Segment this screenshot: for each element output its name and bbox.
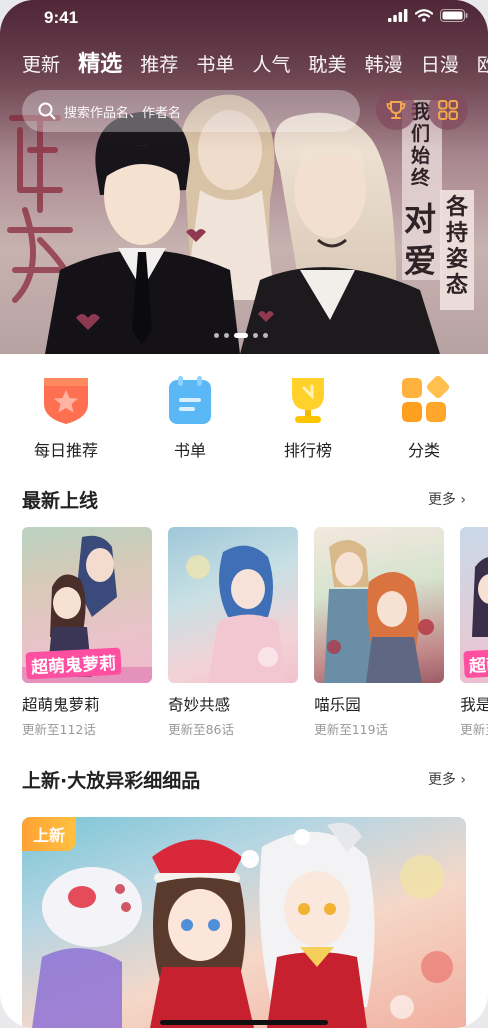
search-bar[interactable]: 搜索作品名、作者名 [22,90,360,132]
section-title: 上新·大放异彩细细品 [22,770,201,792]
new-badge: 上新 [22,817,77,851]
latest-comics-list: 超萌鬼萝莉 超萌鬼萝莉 更新至112话 奇妙共感 更新至86话 喵乐园 更新至1… [22,527,488,747]
svg-text:终: 终 [411,166,431,189]
tab-bl[interactable]: 耽美 [309,50,347,77]
featured-banner[interactable]: 上新 [22,817,466,1028]
grid-icon [438,100,458,120]
tab-featured[interactable]: 精选 [78,46,122,78]
app-screen: 我 们 始 终 对 爱 各 持 姿 态 9:41 [0,0,488,1028]
featured-section-header: 上新·大放异彩细细品 更多 › [22,766,466,792]
svg-text:姿: 姿 [446,246,468,272]
quick-label: 书单 [173,441,206,460]
more-link[interactable]: 更多 › [428,489,466,509]
search-placeholder: 搜索作品名、作者名 [64,105,182,121]
comic-card[interactable]: 超萌鬼萝莉 超萌鬼萝莉 更新至112话 [22,527,152,738]
quick-label: 分类 [407,441,440,460]
latest-section-header: 最新上线 更多 › [22,486,466,512]
comic-card[interactable]: 奇妙共感 更新至86话 [168,527,299,738]
quick-daily-recommend[interactable]: 每日推荐 [16,370,116,461]
tab-booklist[interactable]: 书单 [196,50,234,77]
carousel-dot[interactable] [214,333,219,338]
status-time: 9:41 [44,8,79,27]
svg-text:态: 态 [446,272,468,298]
section-title: 最新上线 [22,490,99,512]
tab-update[interactable]: 更新 [22,50,60,77]
tab-japanese[interactable]: 日漫 [421,50,459,77]
search-icon [38,102,56,120]
comic-title: 奇妙共感 [168,696,231,714]
featured-illustration [32,822,453,1028]
battery-icon [440,9,468,22]
status-icons [388,9,468,22]
carousel-dot[interactable] [224,333,229,338]
comic-cover [314,527,445,683]
quick-booklist[interactable]: 书单 [140,370,240,461]
svg-text:对: 对 [404,200,436,238]
comic-cover [168,527,299,683]
svg-text:持: 持 [446,220,468,246]
carousel-dot-active[interactable] [234,333,248,338]
tab-popular[interactable]: 人气 [252,50,290,77]
quick-menu: 每日推荐 书单 排行榜 分类 [0,370,488,460]
comic-cover: 超萌鬼萝莉 [22,527,152,683]
wifi-icon [415,9,433,22]
quick-category[interactable]: 分类 [374,370,474,461]
comic-title: 超萌鬼萝莉 [22,696,100,714]
trophy-icon [282,374,334,426]
carousel-indicator [214,333,268,338]
quick-ranking[interactable]: 排行榜 [258,370,358,461]
comic-cover: 超萌 [460,527,488,683]
cover-title-art: 超萌 [463,648,488,679]
category-icon [398,374,450,426]
tab-recommend[interactable]: 推荐 [140,50,178,77]
svg-text:爱: 爱 [404,242,436,280]
notebook-icon [164,374,216,426]
trophy-icon [386,101,406,119]
svg-text:各: 各 [445,194,469,220]
comic-title: 喵乐园 [314,696,361,714]
status-bar: 9:41 [0,0,488,36]
star-badge-icon [40,374,92,426]
hero-banner[interactable]: 我 们 始 终 对 爱 各 持 姿 态 9:41 [0,0,488,354]
tab-korean[interactable]: 韩漫 [365,50,403,77]
home-indicator [160,1020,328,1025]
comic-card[interactable]: 喵乐园 更新至119话 [314,527,445,738]
comic-update: 更新至112话 [22,722,96,737]
all-categories-button[interactable] [428,90,468,130]
comic-card[interactable]: 超萌 我是至 更新至 [460,527,488,738]
ranking-button[interactable] [376,90,416,130]
signal-icon [388,9,408,22]
cover-title-art: 超萌鬼萝莉 [25,647,122,680]
comic-title: 我是至 [460,696,488,714]
comic-update: 更新至86话 [168,722,234,737]
more-link[interactable]: 更多 › [428,769,466,789]
carousel-dot[interactable] [263,333,268,338]
comic-update: 更新至119话 [314,722,389,737]
comic-update: 更新至 [460,722,488,737]
quick-label: 每日推荐 [33,441,98,460]
category-tabs: 更新 精选 推荐 书单 人气 耽美 韩漫 日漫 欧 [22,46,488,78]
quick-label: 排行榜 [283,441,332,460]
carousel-dot[interactable] [253,333,258,338]
tab-western[interactable]: 欧 [477,50,488,77]
